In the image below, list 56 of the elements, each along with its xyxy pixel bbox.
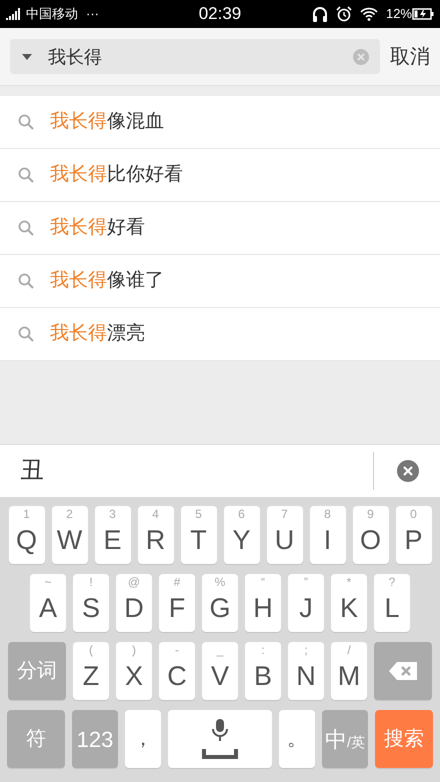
letter-key[interactable]: E 3 (94, 506, 130, 564)
search-icon (18, 273, 34, 289)
suggestion-text[interactable]: 我长得好看 (50, 214, 145, 242)
letter-key[interactable]: P 0 (396, 506, 432, 564)
clock-time: 02:39 (198, 4, 242, 23)
letter-key[interactable]: S ! (73, 574, 109, 632)
suggestion-text[interactable]: 我长得像混血 (50, 108, 164, 136)
search-icon (18, 167, 34, 183)
cancel-button[interactable]: 取消 (380, 42, 430, 72)
letter-key[interactable]: T 5 (180, 506, 216, 564)
letter-key[interactable]: U 7 (266, 506, 302, 564)
wifi-icon (360, 7, 378, 21)
letter-key[interactable]: I 8 (310, 506, 346, 564)
battery-charging-icon (412, 8, 434, 20)
letter-key[interactable]: R 4 (138, 506, 174, 564)
letter-key[interactable]: Z ( (73, 642, 109, 700)
letter-key[interactable]: M / (331, 642, 367, 700)
letter-key[interactable]: J ” (288, 574, 324, 632)
punctuation-key[interactable]: ， (125, 710, 161, 768)
search-icon (18, 326, 34, 342)
backspace-key[interactable] (374, 642, 432, 700)
carrier-name: 中国移动 (26, 5, 78, 24)
punctuation-key[interactable]: 。 (279, 710, 315, 768)
letter-key[interactable]: D @ (116, 574, 152, 632)
letter-key[interactable]: H “ (245, 574, 281, 632)
letter-key[interactable]: X ) (116, 642, 152, 700)
letter-key[interactable]: L ? (374, 574, 410, 632)
search-icon (18, 220, 34, 236)
search-field[interactable]: 我长得 (10, 39, 380, 74)
battery-percent: 12% (386, 5, 412, 24)
letter-key[interactable]: C - (159, 642, 195, 700)
letter-key[interactable]: F # (159, 574, 195, 632)
letter-key[interactable]: N ; (288, 642, 324, 700)
letter-key[interactable]: W 2 (52, 506, 88, 564)
suggestion-text[interactable]: 我长得比你好看 (50, 160, 183, 190)
letter-key[interactable]: G % (202, 574, 238, 632)
letter-key[interactable]: B : (245, 642, 281, 700)
suggestion-text[interactable]: 我长得像谁了 (50, 266, 164, 296)
search-icon (18, 114, 34, 130)
space-key[interactable] (168, 710, 272, 768)
dropdown-caret-icon[interactable] (22, 54, 32, 60)
alarm-icon (336, 6, 352, 22)
headphones-icon (312, 6, 328, 22)
signal-icon (6, 8, 22, 20)
letter-key[interactable]: K * (331, 574, 367, 632)
letter-key[interactable]: A ~ (30, 574, 66, 632)
letter-key[interactable]: V _ (202, 642, 238, 700)
clear-icon[interactable] (396, 459, 420, 483)
backspace-icon (388, 661, 418, 681)
more-indicator: ··· (86, 5, 99, 24)
letter-key[interactable]: Q 1 (8, 506, 44, 564)
microphone-space-icon (202, 717, 238, 761)
letter-key[interactable]: Y 6 (224, 506, 260, 564)
letter-key[interactable]: O 9 (352, 506, 388, 564)
suggestion-text[interactable]: 我长得漂亮 (50, 320, 145, 348)
candidate-word[interactable]: 丑 (20, 453, 44, 489)
